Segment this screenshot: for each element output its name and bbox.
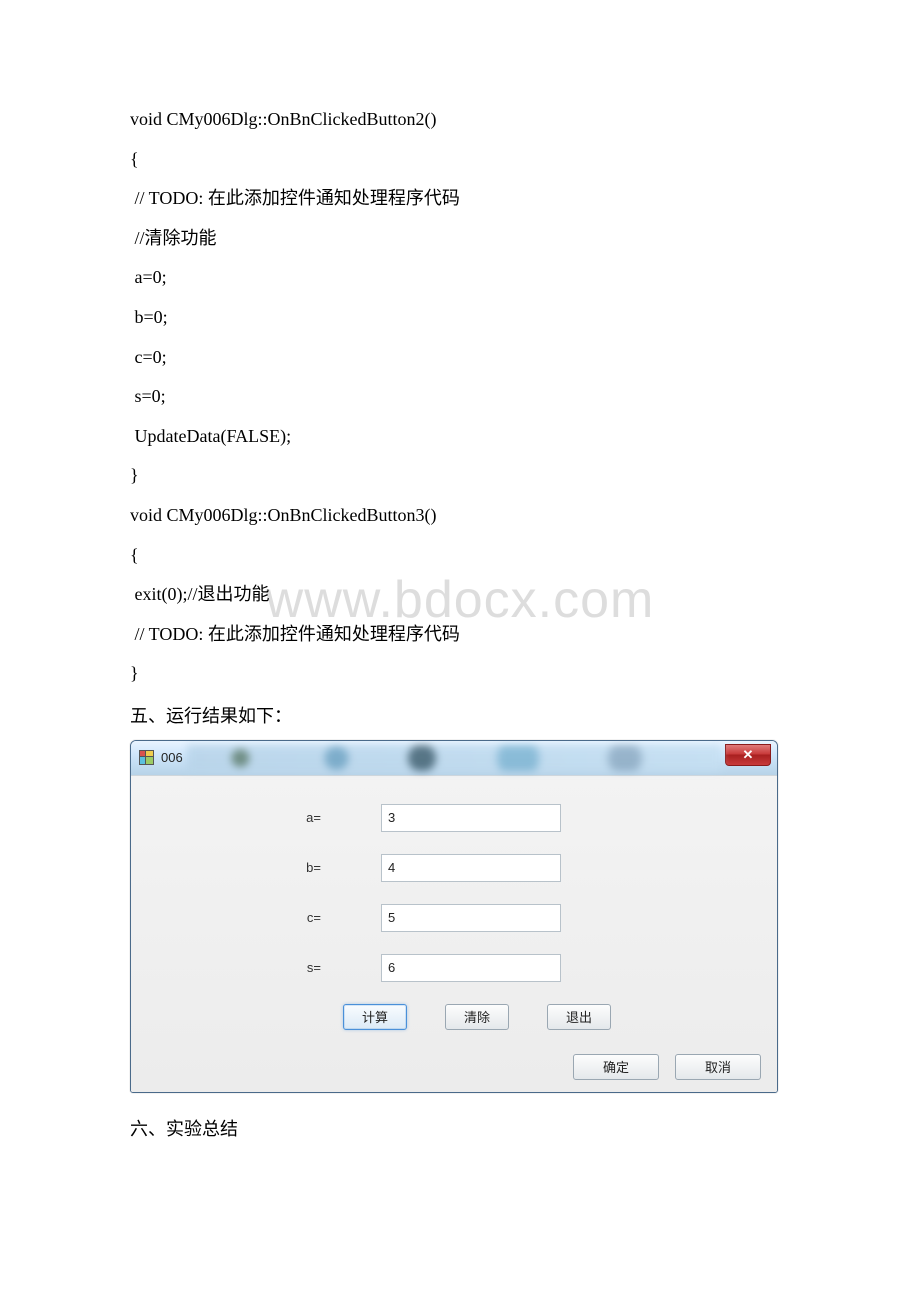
code-line: b=0; <box>130 298 790 338</box>
code-block: void CMy006Dlg::OnBnClickedButton2() { /… <box>130 100 790 694</box>
label-s: s= <box>145 960 381 975</box>
code-line: { <box>130 140 790 180</box>
titlebar-blur-area <box>187 745 721 771</box>
input-b[interactable] <box>381 854 561 882</box>
label-a: a= <box>145 810 381 825</box>
section-heading-results: 五、运行结果如下： <box>130 698 790 734</box>
code-line: } <box>130 654 790 694</box>
cancel-button[interactable]: 取消 <box>675 1054 761 1080</box>
close-button[interactable]: ✕ <box>725 744 771 766</box>
input-s[interactable] <box>381 954 561 982</box>
code-line: s=0; <box>130 377 790 417</box>
code-line: //清除功能 <box>130 219 790 259</box>
code-line: a=0; <box>130 258 790 298</box>
calc-button[interactable]: 计算 <box>343 1004 407 1030</box>
dialog-footer-buttons: 确定 取消 <box>145 1054 763 1080</box>
code-line: void CMy006Dlg::OnBnClickedButton2() <box>130 100 790 140</box>
label-b: b= <box>145 860 381 875</box>
code-line: } <box>130 456 790 496</box>
code-line: // TODO: 在此添加控件通知处理程序代码 <box>130 179 790 219</box>
ok-button[interactable]: 确定 <box>573 1054 659 1080</box>
form-row-a: a= <box>145 804 763 832</box>
exit-button[interactable]: 退出 <box>547 1004 611 1030</box>
form-row-b: b= <box>145 854 763 882</box>
code-line: void CMy006Dlg::OnBnClickedButton3() <box>130 496 790 536</box>
action-button-row: 计算 清除 退出 <box>145 1004 763 1030</box>
code-line: exit(0);//退出功能 <box>130 575 790 615</box>
code-line: // TODO: 在此添加控件通知处理程序代码 <box>130 615 790 655</box>
label-c: c= <box>145 910 381 925</box>
close-icon: ✕ <box>743 747 754 763</box>
code-line: c=0; <box>130 338 790 378</box>
dialog-title: 006 <box>161 750 183 765</box>
dialog-body: a= b= c= s= 计算 清除 退出 确定 <box>131 775 777 1092</box>
form-row-c: c= <box>145 904 763 932</box>
form-row-s: s= <box>145 954 763 982</box>
code-line: UpdateData(FALSE); <box>130 417 790 457</box>
dialog-titlebar[interactable]: 006 ✕ <box>131 741 777 775</box>
clear-button[interactable]: 清除 <box>445 1004 509 1030</box>
input-a[interactable] <box>381 804 561 832</box>
dialog-window: 006 ✕ a= b= c= s= <box>130 740 778 1093</box>
app-icon <box>139 750 155 766</box>
code-line: { <box>130 536 790 576</box>
section-heading-summary: 六、实验总结 <box>130 1111 790 1147</box>
input-c[interactable] <box>381 904 561 932</box>
